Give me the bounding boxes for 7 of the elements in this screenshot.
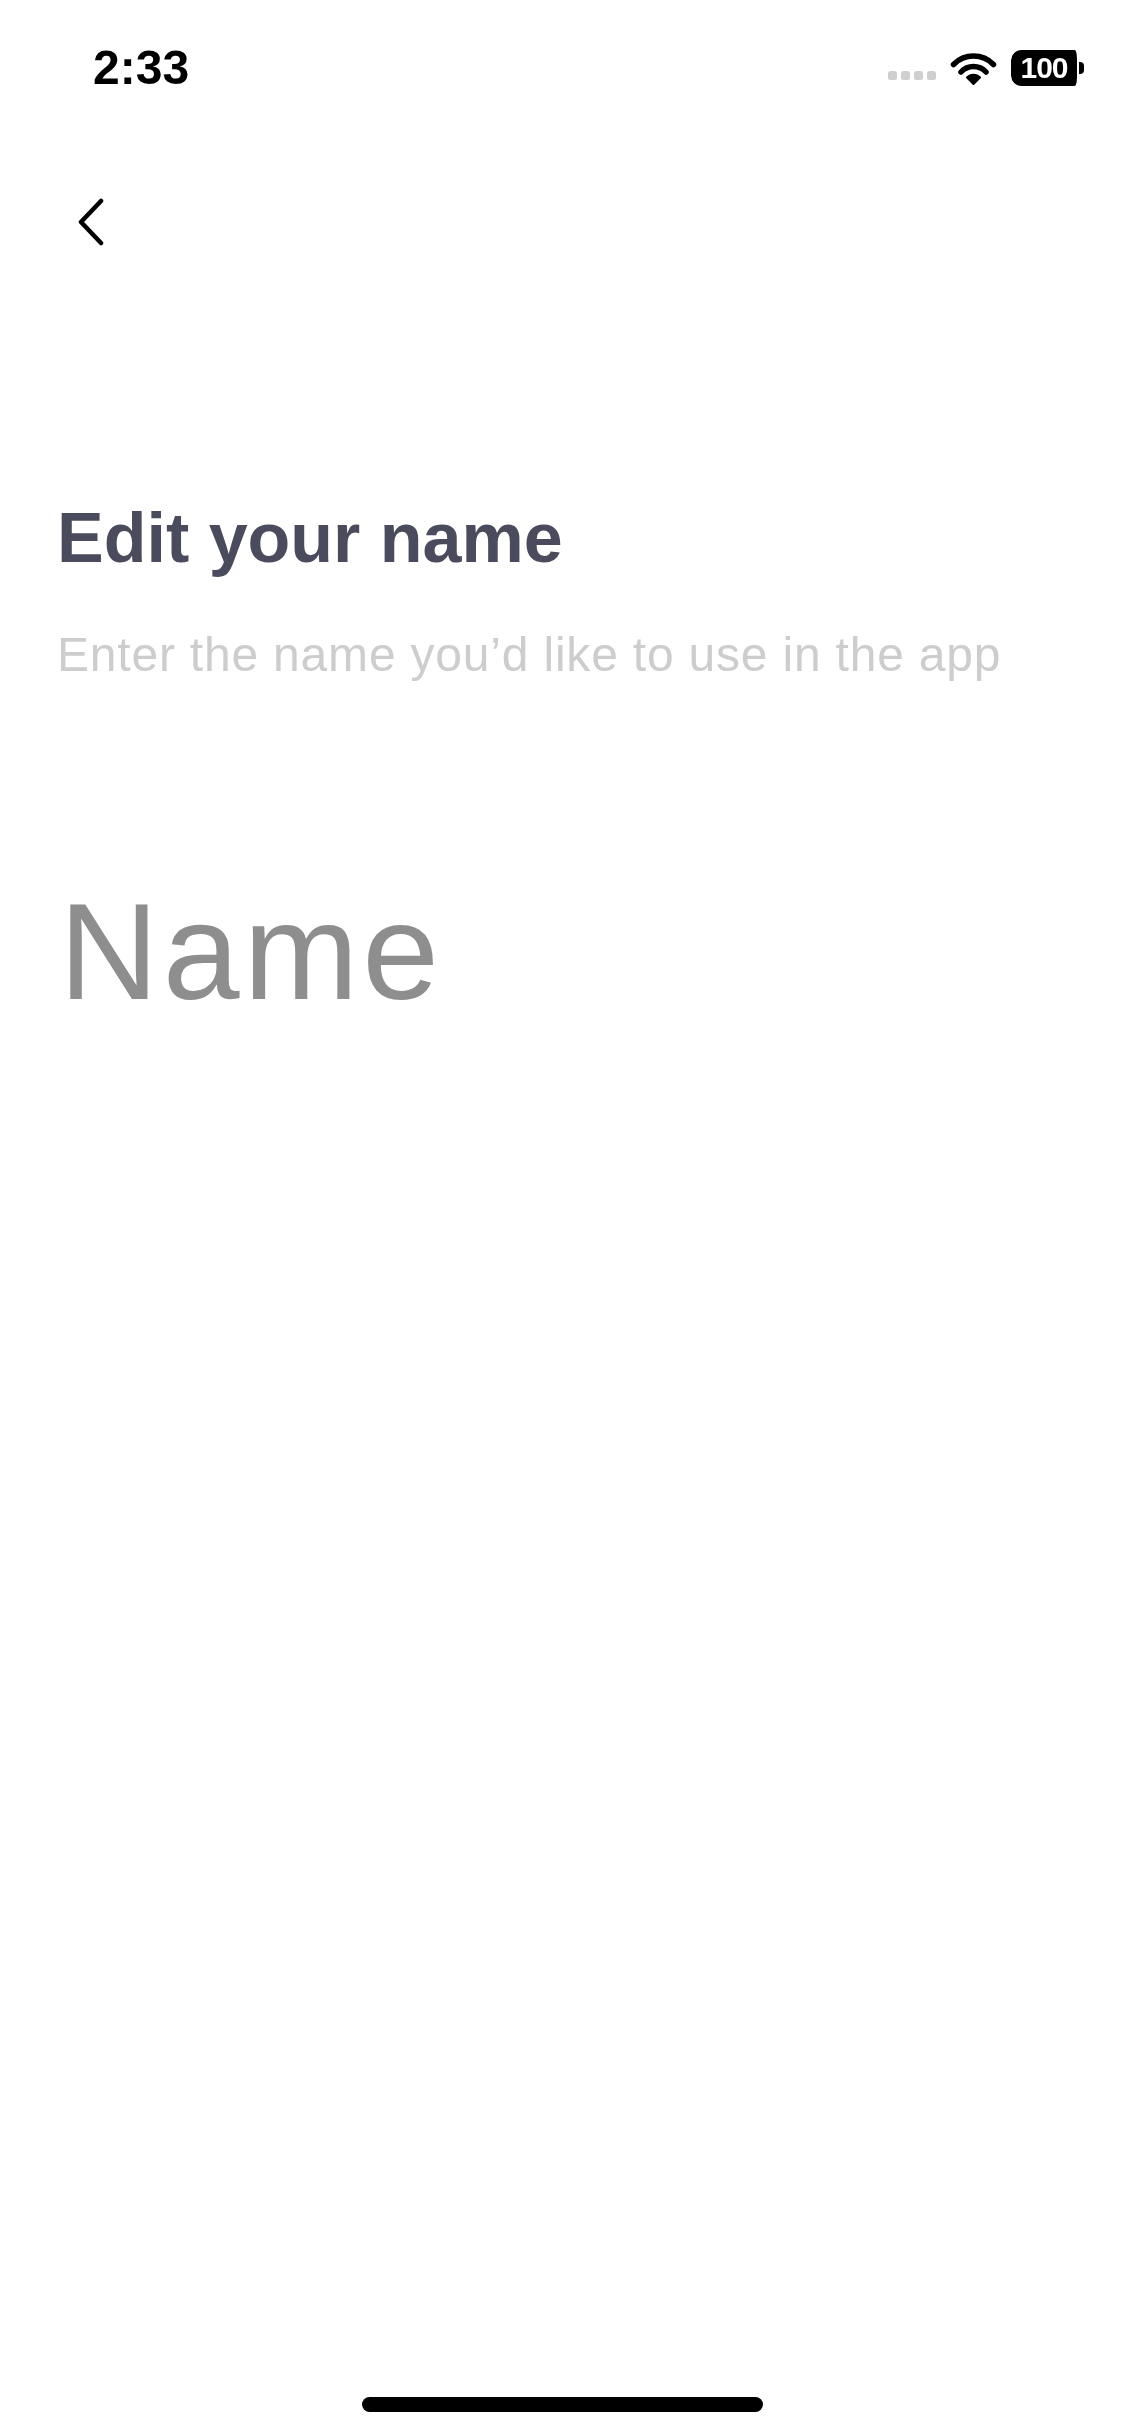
no-signal-dots-icon bbox=[888, 70, 936, 80]
status-time: 2:33 bbox=[93, 44, 190, 92]
page-title: Edit your name bbox=[57, 498, 563, 579]
chevron-left-icon bbox=[77, 198, 105, 246]
battery-indicator: 100 bbox=[1011, 50, 1085, 86]
wifi-icon bbox=[950, 51, 997, 85]
name-input-field[interactable]: Name bbox=[57, 871, 957, 1031]
